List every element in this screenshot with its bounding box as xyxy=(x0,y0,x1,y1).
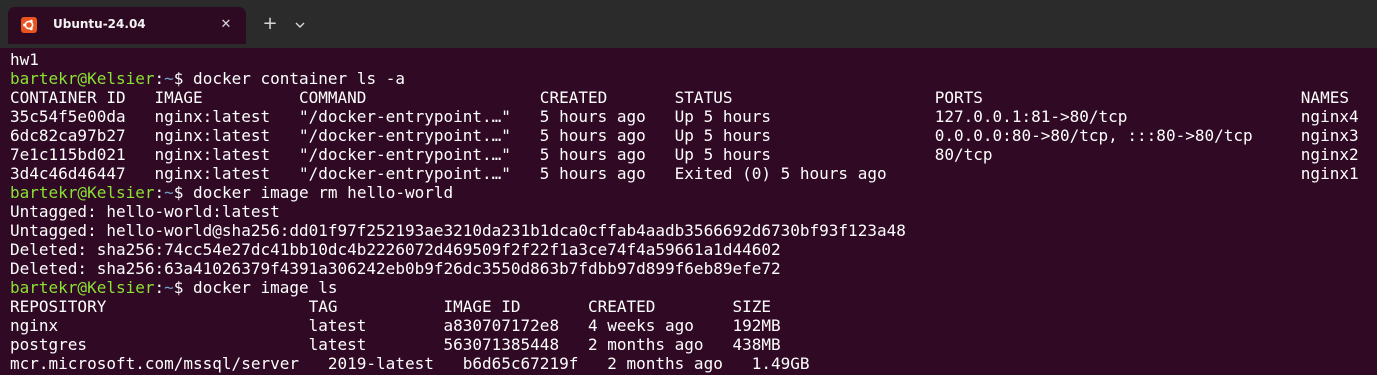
output-line: nginx latest a830707172e8 4 weeks ago 19… xyxy=(10,316,781,335)
prompt-path: ~ xyxy=(164,183,174,202)
command-line: bartekr@Kelsier:~$ docker image rm hello… xyxy=(10,183,1377,202)
prompt-dollar: $ xyxy=(173,183,184,202)
prompt-dollar: $ xyxy=(173,278,184,297)
output-line: REPOSITORY TAG IMAGE ID CREATED SIZE xyxy=(10,297,771,316)
close-icon[interactable]: ✕ xyxy=(218,17,234,33)
title-bar: Ubuntu-24.04 ✕ + xyxy=(0,0,1377,48)
output-line: 35c54f5e00da nginx:latest "/docker-entry… xyxy=(10,107,1359,126)
output-line: hw1 xyxy=(10,50,39,69)
terminal-output[interactable]: hw1 bartekr@Kelsier:~$ docker container l… xyxy=(10,50,1377,375)
output-line: 6dc82ca97b27 nginx:latest "/docker-entry… xyxy=(10,126,1359,145)
output-line: 3d4c46d46447 nginx:latest "/docker-entry… xyxy=(10,164,1359,183)
prompt-path: ~ xyxy=(164,69,174,88)
tab-title: Ubuntu-24.04 xyxy=(53,17,146,31)
output-line: mcr.microsoft.com/mssql/server 2019-late… xyxy=(10,354,810,373)
new-tab-button[interactable]: + xyxy=(260,14,280,34)
prompt-dollar: $ xyxy=(173,69,184,88)
chevron-down-icon[interactable] xyxy=(292,17,308,31)
prompt-colon: : xyxy=(154,278,165,297)
prompt-colon: : xyxy=(154,69,165,88)
command-text: docker container ls -a xyxy=(183,69,405,88)
prompt-user-host: bartekr@Kelsier xyxy=(10,278,155,297)
output-line: 7e1c115bd021 nginx:latest "/docker-entry… xyxy=(10,145,1359,164)
prompt-colon: : xyxy=(154,183,165,202)
output-line: Untagged: hello-world@sha256:dd01f97f252… xyxy=(10,221,906,240)
command-line: bartekr@Kelsier:~$ docker image ls xyxy=(10,278,1377,297)
output-line: Deleted: sha256:63a41026379f4391a306242e… xyxy=(10,259,781,278)
output-line: Deleted: sha256:74cc54e27dc41bb10dc4b222… xyxy=(10,240,781,259)
output-line: postgres latest 563071385448 2 months ag… xyxy=(10,335,781,354)
command-text: docker image ls xyxy=(183,278,338,297)
command-text: docker image rm hello-world xyxy=(183,183,454,202)
prompt-user-host: bartekr@Kelsier xyxy=(10,183,155,202)
prompt-path: ~ xyxy=(164,278,174,297)
prompt-user-host: bartekr@Kelsier xyxy=(10,69,155,88)
output-line: CONTAINER ID IMAGE COMMAND CREATED STATU… xyxy=(10,88,1349,107)
ubuntu-logo-icon xyxy=(21,17,37,33)
terminal-window: Ubuntu-24.04 ✕ + hw1 bartekr@Kelsier:~$ d… xyxy=(0,0,1377,375)
output-line: Untagged: hello-world:latest xyxy=(10,202,280,221)
command-line: bartekr@Kelsier:~$ docker container ls -… xyxy=(10,69,1377,88)
tab-ubuntu[interactable]: Ubuntu-24.04 ✕ xyxy=(8,7,246,44)
